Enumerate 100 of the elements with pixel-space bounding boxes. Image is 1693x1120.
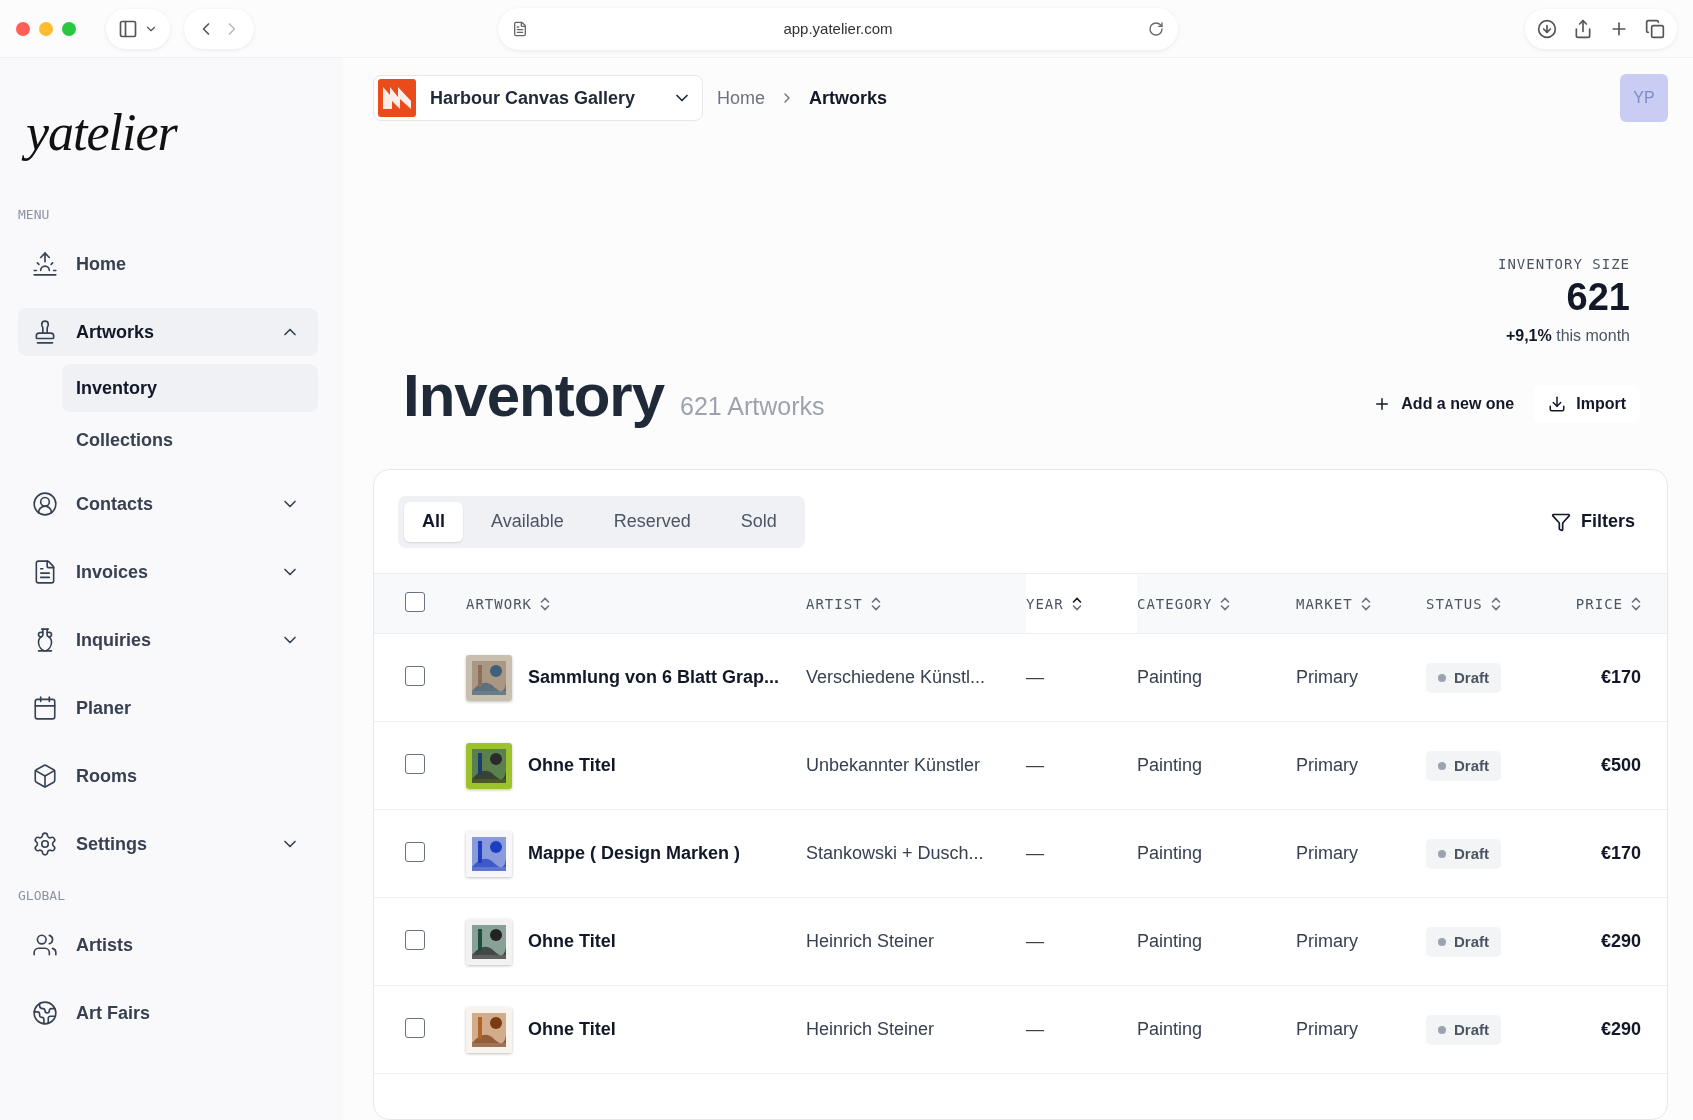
price-cell: €500	[1600, 755, 1641, 775]
market-cell: Primary	[1296, 931, 1358, 951]
tab[interactable]: Reserved	[591, 501, 713, 542]
user-circle-icon	[32, 491, 58, 517]
nav-item[interactable]: Planer	[18, 684, 318, 732]
nav-item[interactable]: Art Fairs	[18, 989, 318, 1037]
sidebar-icon	[118, 18, 138, 39]
artist-name: Heinrich Steiner	[806, 1019, 935, 1039]
market-cell: Primary	[1296, 843, 1358, 863]
category-cell: Painting	[1137, 755, 1203, 775]
category-cell: Painting	[1137, 931, 1203, 951]
nav-item[interactable]: Settings	[18, 820, 318, 868]
checkbox[interactable]	[405, 753, 425, 774]
price-cell: €170	[1600, 667, 1641, 687]
nav-item[interactable]: Artworks	[18, 308, 318, 356]
artwork-title[interactable]: Ohne Titel	[528, 1019, 616, 1040]
sort-icon	[870, 595, 881, 612]
stat-label: INVENTORY SIZE	[1498, 256, 1630, 272]
artwork-title[interactable]: Mappe ( Design Marken )	[528, 843, 741, 864]
settings-icon	[32, 831, 58, 857]
market-cell: Primary	[1296, 755, 1358, 775]
share-icon[interactable]	[1573, 18, 1593, 39]
column-header[interactable]: STATUS	[1426, 595, 1501, 612]
sunrise-icon	[32, 251, 58, 277]
column-header[interactable]: PRICE	[1575, 595, 1641, 612]
logo[interactable]: yatelier	[20, 100, 183, 165]
artwork-title[interactable]: Ohne Titel	[528, 755, 616, 776]
nav-subitem[interactable]: Collections	[62, 416, 318, 464]
market-cell: Primary	[1296, 667, 1358, 687]
checkbox[interactable]	[405, 929, 425, 950]
sort-icon	[1220, 595, 1231, 612]
url-text: app.yatelier.com	[782, 20, 894, 37]
breadcrumb-link[interactable]: Artworks	[809, 87, 888, 109]
checkbox[interactable]	[405, 591, 425, 612]
add-button[interactable]: Add a new one	[1359, 385, 1529, 423]
tab[interactable]: All	[404, 501, 463, 542]
stat-note: this month	[1556, 327, 1630, 344]
sort-icon	[1360, 595, 1371, 612]
nav-item[interactable]: Invoices	[18, 548, 318, 596]
category-cell: Painting	[1137, 843, 1203, 863]
filters-button[interactable]: Filters	[1544, 510, 1641, 533]
status-badge: Draft	[1426, 750, 1501, 781]
globe-icon	[32, 1000, 58, 1026]
year-cell: —	[1026, 755, 1044, 775]
close-window-button[interactable]	[16, 21, 30, 36]
nav-item[interactable]: Home	[18, 240, 318, 288]
category-cell: Painting	[1137, 667, 1203, 687]
checkbox[interactable]	[405, 841, 425, 862]
download-icon[interactable]	[1537, 18, 1557, 39]
reload-icon[interactable]	[1148, 20, 1164, 37]
nav-item[interactable]: Rooms	[18, 752, 318, 800]
users-icon	[32, 932, 58, 958]
category-cell: Painting	[1137, 1019, 1203, 1039]
nav-subitem[interactable]: Inventory	[62, 364, 318, 412]
price-cell: €290	[1600, 1019, 1641, 1039]
year-cell: —	[1026, 931, 1044, 951]
artwork-count: 621 Artworks	[680, 391, 825, 421]
column-header[interactable]: CATEGORY	[1137, 595, 1231, 612]
download-icon	[1548, 395, 1567, 413]
tab[interactable]: Available	[469, 501, 586, 542]
checkbox[interactable]	[405, 665, 425, 686]
artist-name: Heinrich Steiner	[806, 931, 935, 951]
nav-item[interactable]: Contacts	[18, 480, 318, 528]
artist-name: Verschiedene Künstl...	[806, 667, 986, 687]
tab[interactable]: Sold	[718, 501, 799, 542]
sidebar-toggle-button[interactable]	[106, 8, 170, 49]
nav-item[interactable]: Inquiries	[18, 616, 318, 664]
status-badge: Draft	[1426, 1014, 1501, 1045]
column-header[interactable]: ARTIST	[806, 595, 881, 612]
year-cell: —	[1026, 843, 1044, 863]
artist-name: Stankowski + Dusch...	[806, 843, 984, 863]
tabs-icon[interactable]	[1645, 18, 1665, 39]
status-badge: Draft	[1426, 838, 1501, 869]
market-cell: Primary	[1296, 1019, 1358, 1039]
nav-item[interactable]: Artists	[18, 921, 318, 969]
sort-icon	[1631, 595, 1641, 612]
status-badge: Draft	[1426, 662, 1501, 693]
filter-icon	[1550, 511, 1571, 532]
gallery-logo	[378, 79, 416, 117]
artwork-title[interactable]: Ohne Titel	[528, 931, 616, 952]
year-cell: —	[1026, 1019, 1044, 1039]
breadcrumb-link[interactable]: Home	[717, 87, 765, 109]
stat-value: 621	[1565, 276, 1630, 319]
column-header[interactable]: ARTWORK	[466, 595, 550, 612]
calendar-icon	[32, 695, 58, 721]
gallery-select[interactable]: Harbour Canvas Gallery	[373, 75, 703, 121]
sort-icon	[1490, 595, 1501, 612]
column-header[interactable]: YEAR	[1026, 595, 1082, 612]
status-badge: Draft	[1426, 926, 1501, 957]
artwork-title[interactable]: Sammlung von 6 Blatt Grap...	[528, 667, 780, 688]
sort-icon	[1071, 595, 1082, 612]
page-title: Inventory	[403, 360, 665, 430]
address-bar[interactable]: app.yatelier.com	[498, 7, 1178, 50]
price-cell: €170	[1600, 843, 1641, 863]
year-cell: —	[1026, 667, 1044, 687]
column-header[interactable]: MARKET	[1296, 595, 1371, 612]
checkbox[interactable]	[405, 1017, 425, 1038]
section-heading: MENU	[18, 207, 51, 222]
page-icon	[512, 20, 528, 37]
cube-icon	[32, 763, 58, 789]
